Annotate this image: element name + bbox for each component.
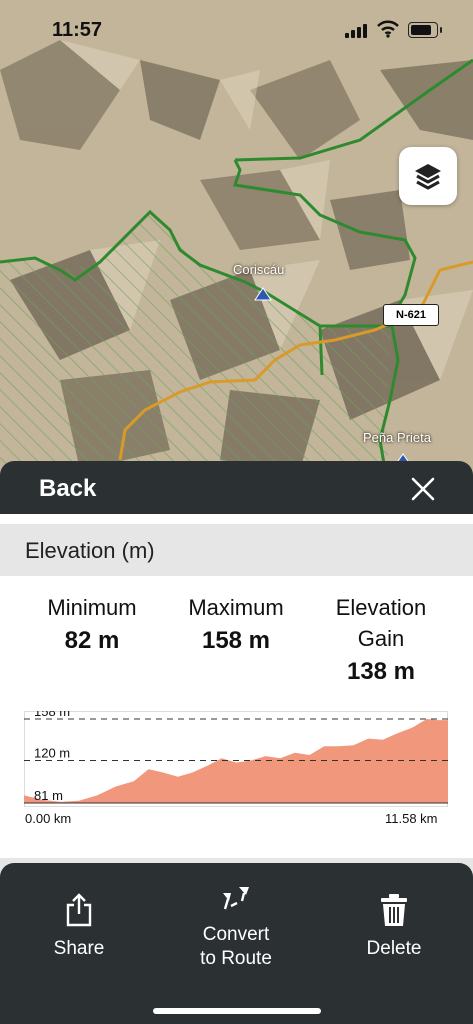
- share-label: Share: [53, 938, 105, 959]
- map-view[interactable]: Coriscáu Peña Prieta N-621: [0, 0, 473, 480]
- back-button[interactable]: Back: [39, 475, 96, 503]
- y-tick-label: 120 m: [34, 745, 70, 760]
- delete-label: Delete: [366, 938, 422, 959]
- stat-elevation-gain: Elevation Gain 138 m: [318, 592, 444, 690]
- x-tick-label: 11.58 km: [385, 811, 438, 826]
- close-icon[interactable]: [410, 476, 436, 502]
- convert-label-line-2: to Route: [200, 948, 272, 969]
- map-place-label: Peña Prieta: [363, 430, 431, 445]
- x-tick-label: 0.00 km: [25, 811, 72, 826]
- elevation-area: [24, 719, 448, 803]
- share-button[interactable]: Share: [39, 893, 119, 961]
- map-layers-button[interactable]: [399, 147, 457, 205]
- delete-button[interactable]: Delete: [354, 893, 434, 961]
- trash-icon: [381, 894, 407, 926]
- elevation-section-header: Elevation (m): [0, 524, 473, 576]
- home-indicator: [153, 1008, 321, 1014]
- status-bar: 11:57: [0, 0, 473, 60]
- panel-header: Back: [0, 461, 473, 514]
- stat-maximum: Maximum 158 m: [166, 592, 306, 659]
- stat-value: 82 m: [64, 627, 120, 654]
- y-tick-label: 158 m: [34, 711, 70, 719]
- cellular-signal-icon: [345, 24, 367, 38]
- section-title: Elevation (m): [25, 538, 155, 563]
- y-tick-label: 81 m: [34, 788, 63, 803]
- status-time: 11:57: [52, 19, 103, 41]
- map-place-label: Coriscáu: [233, 262, 285, 277]
- stat-value: 138 m: [346, 658, 416, 685]
- stat-label: Maximum: [188, 595, 284, 620]
- convert-label-line-1: Convert: [202, 924, 270, 945]
- battery-icon: [408, 22, 442, 38]
- convert-to-route-button[interactable]: Convert to Route: [186, 879, 286, 971]
- elevation-chart: 158 m 120 m 81 m: [24, 711, 448, 807]
- stat-minimum: Minimum 82 m: [22, 592, 162, 659]
- convert-to-route-icon: [223, 887, 249, 910]
- stat-label: Minimum: [47, 595, 137, 620]
- road-number-badge: N-621: [383, 304, 439, 326]
- wifi-icon: [377, 20, 399, 38]
- bottom-toolbar: Share Convert to Route Delete: [0, 863, 473, 1024]
- layers-icon: [415, 164, 441, 190]
- share-icon: [66, 893, 92, 927]
- stat-value: 158 m: [201, 627, 271, 654]
- stat-label: Elevation Gain: [335, 595, 427, 651]
- map-terrain: [0, 0, 473, 480]
